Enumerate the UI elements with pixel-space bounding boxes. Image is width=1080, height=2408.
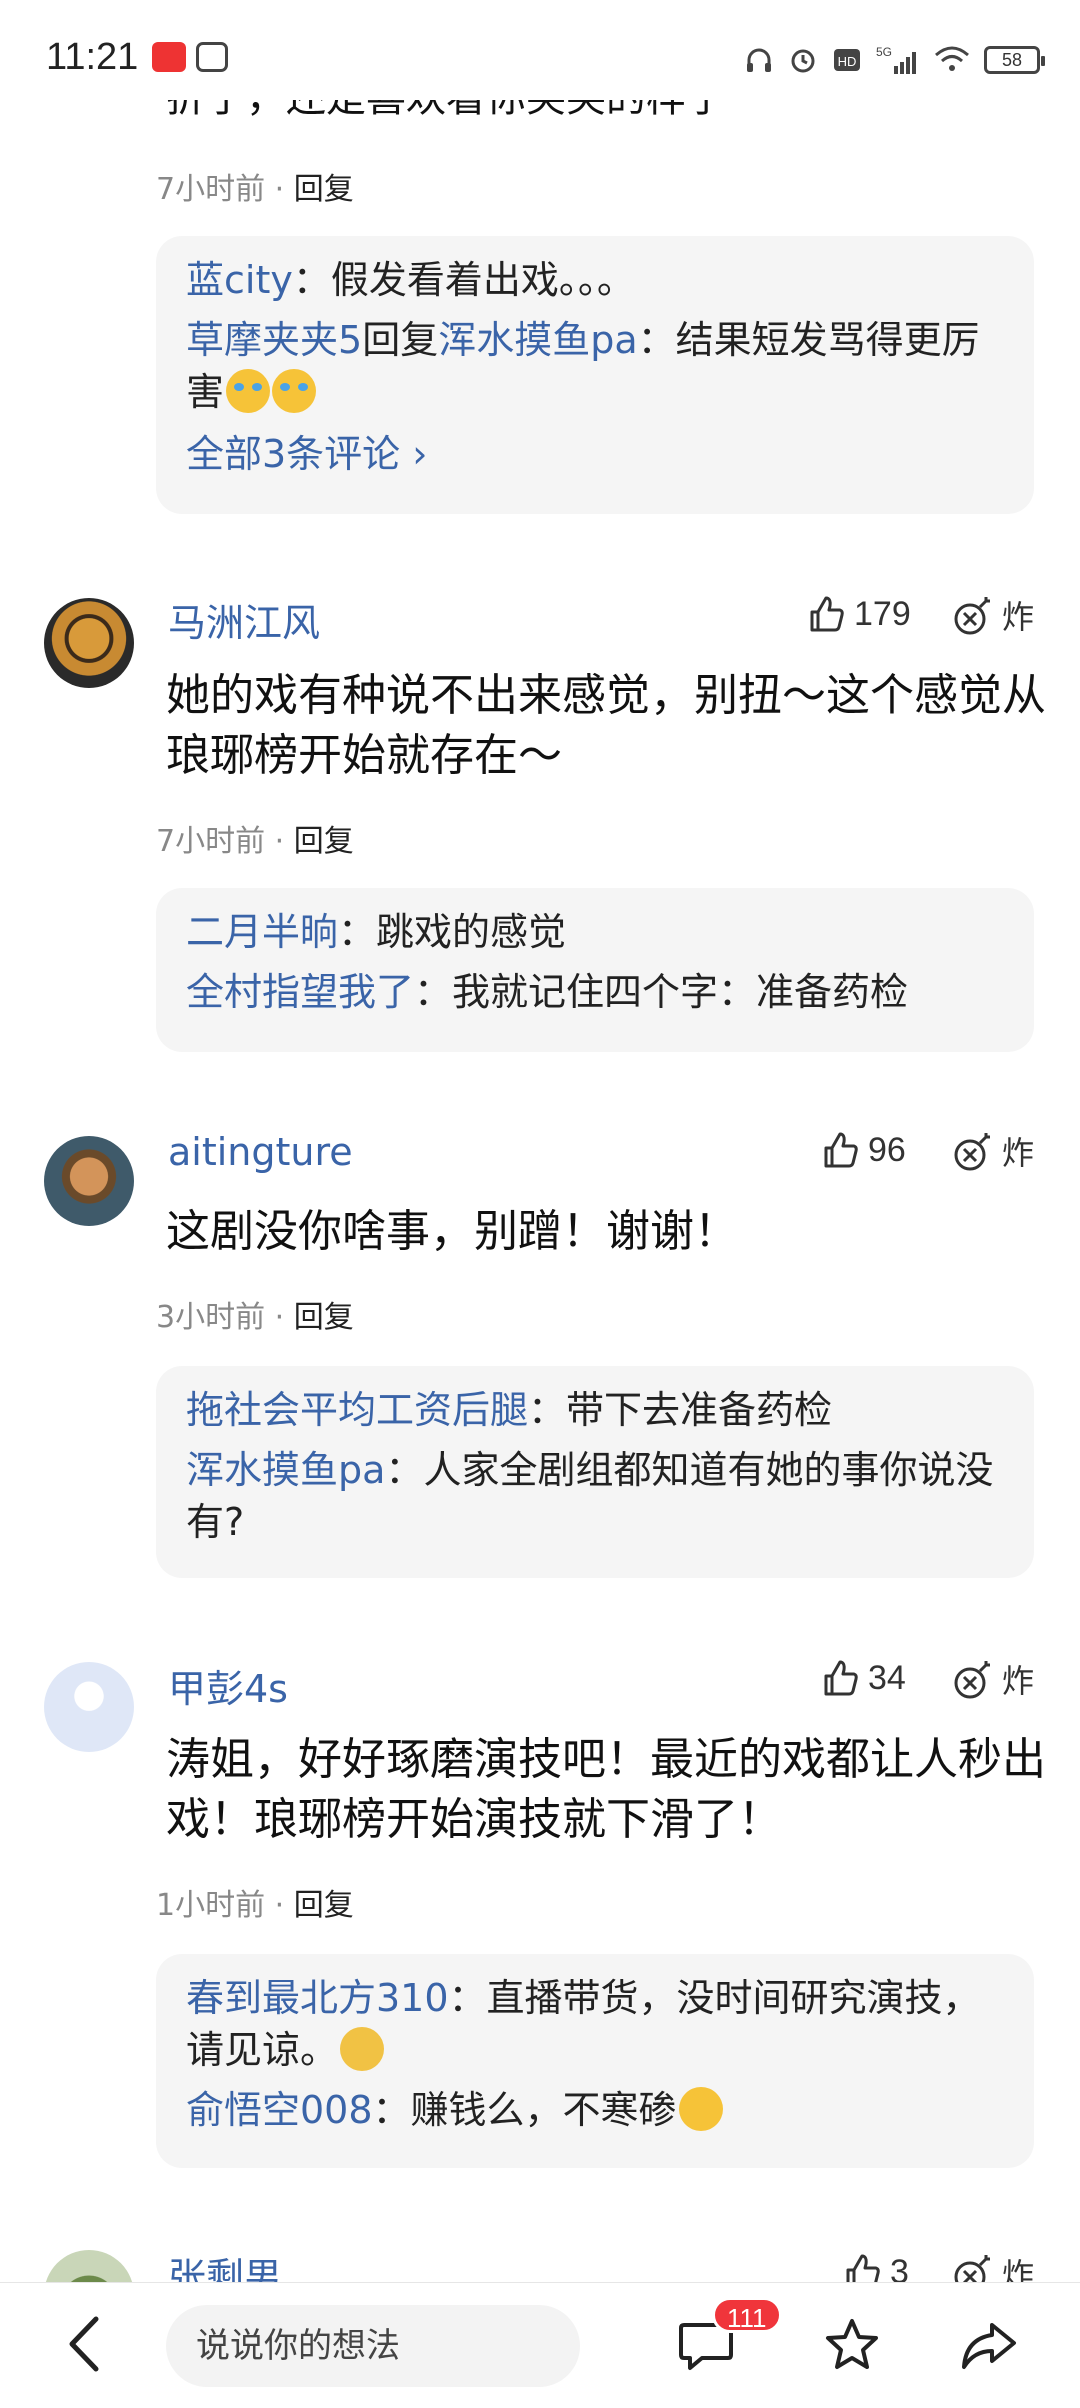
like-count: 179 <box>854 594 911 633</box>
battery-indicator: 58 <box>984 46 1045 74</box>
comment-meta: 7小时前 · 回复 <box>156 172 354 207</box>
smug-emoji <box>678 2087 723 2131</box>
bomb-icon <box>954 1661 990 1699</box>
comment-text: 这剧没你啥事，别蹭！谢谢！ <box>166 1206 738 1257</box>
subreply-text: 假发看着出戏。。。 <box>330 258 635 302</box>
comment-author[interactable]: 甲彭4s <box>168 1658 288 1713</box>
status-time: 11:21 <box>46 36 139 78</box>
subreply-author[interactable]: 浑水摸鱼pa <box>186 1448 385 1492</box>
like-icon <box>824 1660 858 1696</box>
status-icons: HD 5G 58 <box>744 40 1045 80</box>
bomb-icon <box>954 597 990 635</box>
subreply-author[interactable]: 全村指望我了 <box>186 970 414 1014</box>
money-emoji <box>340 2027 385 2071</box>
comment-time: 1小时前 <box>156 1888 266 1923</box>
laugh-cry-emoji <box>272 369 317 413</box>
reply-button[interactable]: 回复 <box>294 824 354 859</box>
subreply: 草摩夹夹5回复浑水摸鱼pa：结果短发骂得更厉害 <box>186 318 980 414</box>
like-button[interactable]: 96 <box>820 1130 906 1170</box>
star-icon[interactable] <box>822 2315 882 2375</box>
status-bar: 11:21 HD 5G 58 <box>0 0 1080 100</box>
back-icon[interactable] <box>62 2311 108 2377</box>
comment-meta: 3小时前 · 回复 <box>156 1300 354 1335</box>
subreply-box[interactable]: 蓝city：假发看着出戏。。。 草摩夹夹5回复浑水摸鱼pa：结果短发骂得更厉害 … <box>156 236 1034 514</box>
subreply-author[interactable]: 草摩夹夹5 <box>186 318 362 362</box>
notification-app-icon-2 <box>196 42 228 72</box>
subreply-text: 跳戏的感觉 <box>376 910 567 954</box>
comment-time: 7小时前 <box>156 824 266 859</box>
subreply-box[interactable]: 拖社会平均工资后腿：带下去准备药检 浑水摸鱼pa：人家全剧组都知道有她的事你说没… <box>156 1366 1034 1578</box>
comment-text: 涛姐，好好琢磨演技吧！最近的戏都让人秒出戏！琅琊榜开始演技就下滑了！ <box>166 1734 1046 1845</box>
subreply-author[interactable]: 蓝city <box>186 258 293 302</box>
signal-icon: 5G <box>876 45 916 74</box>
avatar[interactable] <box>44 1662 134 1752</box>
subreply-box[interactable]: 春到最北方310：直播带货，没时间研究演技，请见谅。 俞悟空008：赚钱么，不寒… <box>156 1954 1034 2168</box>
bomb-label: 炸 <box>1001 598 1034 636</box>
network-label: 5G <box>876 45 892 59</box>
subreply-author[interactable]: 俞悟空008 <box>186 2088 373 2132</box>
comment-meta: 7小时前 · 回复 <box>156 824 354 859</box>
subreply: 俞悟空008：赚钱么，不寒碜 <box>186 2084 1004 2136</box>
reply-button[interactable]: 回复 <box>294 1888 354 1923</box>
comment-time: 3小时前 <box>156 1300 266 1335</box>
share-icon[interactable] <box>958 2315 1020 2375</box>
subreply-author[interactable]: 春到最北方310 <box>186 1976 449 2020</box>
subreply: 蓝city：假发看着出戏。。。 <box>186 258 635 302</box>
subreply: 拖社会平均工资后腿：带下去准备药检 <box>186 1388 833 1432</box>
comment-author[interactable]: aitingture <box>168 1130 353 1174</box>
bomb-button[interactable]: 炸 <box>952 1128 1034 1174</box>
avatar[interactable] <box>44 598 134 688</box>
comment-time: 7小时前 <box>156 172 266 207</box>
like-icon <box>824 1132 858 1168</box>
subreply: 春到最北方310：直播带货，没时间研究演技，请见谅。 <box>186 1976 981 2072</box>
svg-text:HD: HD <box>838 54 857 69</box>
alarm-icon <box>791 49 815 73</box>
subreply-author[interactable]: 二月半晌 <box>186 910 338 954</box>
bomb-button[interactable]: 炸 <box>952 1656 1034 1702</box>
headphones-icon <box>747 48 771 72</box>
comment-input[interactable]: 说说你的想法 <box>166 2305 580 2387</box>
bomb-label: 炸 <box>1001 1662 1034 1700</box>
subreply: 全村指望我了：我就记住四个字：准备药检 <box>186 970 909 1014</box>
hd-icon: HD <box>834 49 860 71</box>
reply-button[interactable]: 回复 <box>294 1300 354 1335</box>
subreply-text: 我就记住四个字：准备药检 <box>452 970 909 1014</box>
bottom-action-bar: 说说你的想法 111 <box>0 2282 1080 2408</box>
bomb-label: 炸 <box>1001 1134 1034 1172</box>
notification-app-icon <box>152 42 186 72</box>
like-count: 34 <box>868 1658 906 1697</box>
subreply-box[interactable]: 二月半晌：跳戏的感觉 全村指望我了：我就记住四个字：准备药检 <box>156 888 1034 1052</box>
reply-button[interactable]: 回复 <box>294 172 354 207</box>
laugh-cry-emoji <box>226 369 271 413</box>
like-button[interactable]: 179 <box>806 594 911 634</box>
like-icon <box>810 596 844 632</box>
bomb-icon <box>954 1133 990 1171</box>
subreply-author[interactable]: 拖社会平均工资后腿 <box>186 1388 528 1432</box>
view-all-replies-link[interactable]: 全部3条评论 › <box>186 426 1004 482</box>
subreply: 二月半晌：跳戏的感觉 <box>186 910 567 954</box>
avatar[interactable] <box>44 1136 134 1226</box>
comment-text: 她的戏有种说不出来感觉，别扭～这个感觉从琅琊榜开始就存在～ <box>166 670 1046 781</box>
wifi-icon <box>935 46 969 71</box>
subreply-target[interactable]: 浑水摸鱼pa <box>438 318 637 362</box>
bomb-button[interactable]: 炸 <box>952 592 1034 638</box>
subreply: 浑水摸鱼pa：人家全剧组都知道有她的事你说没有? <box>186 1448 994 1544</box>
like-count: 96 <box>868 1130 906 1169</box>
comment-meta: 1小时前 · 回复 <box>156 1888 354 1923</box>
subreply-text: 赚钱么，不寒碜 <box>410 2088 677 2132</box>
comment-count-badge: 111 <box>712 2297 782 2333</box>
like-button[interactable]: 34 <box>820 1658 906 1698</box>
comment-author[interactable]: 马洲江风 <box>168 592 320 647</box>
subreply-text: 带下去准备药检 <box>566 1388 833 1432</box>
